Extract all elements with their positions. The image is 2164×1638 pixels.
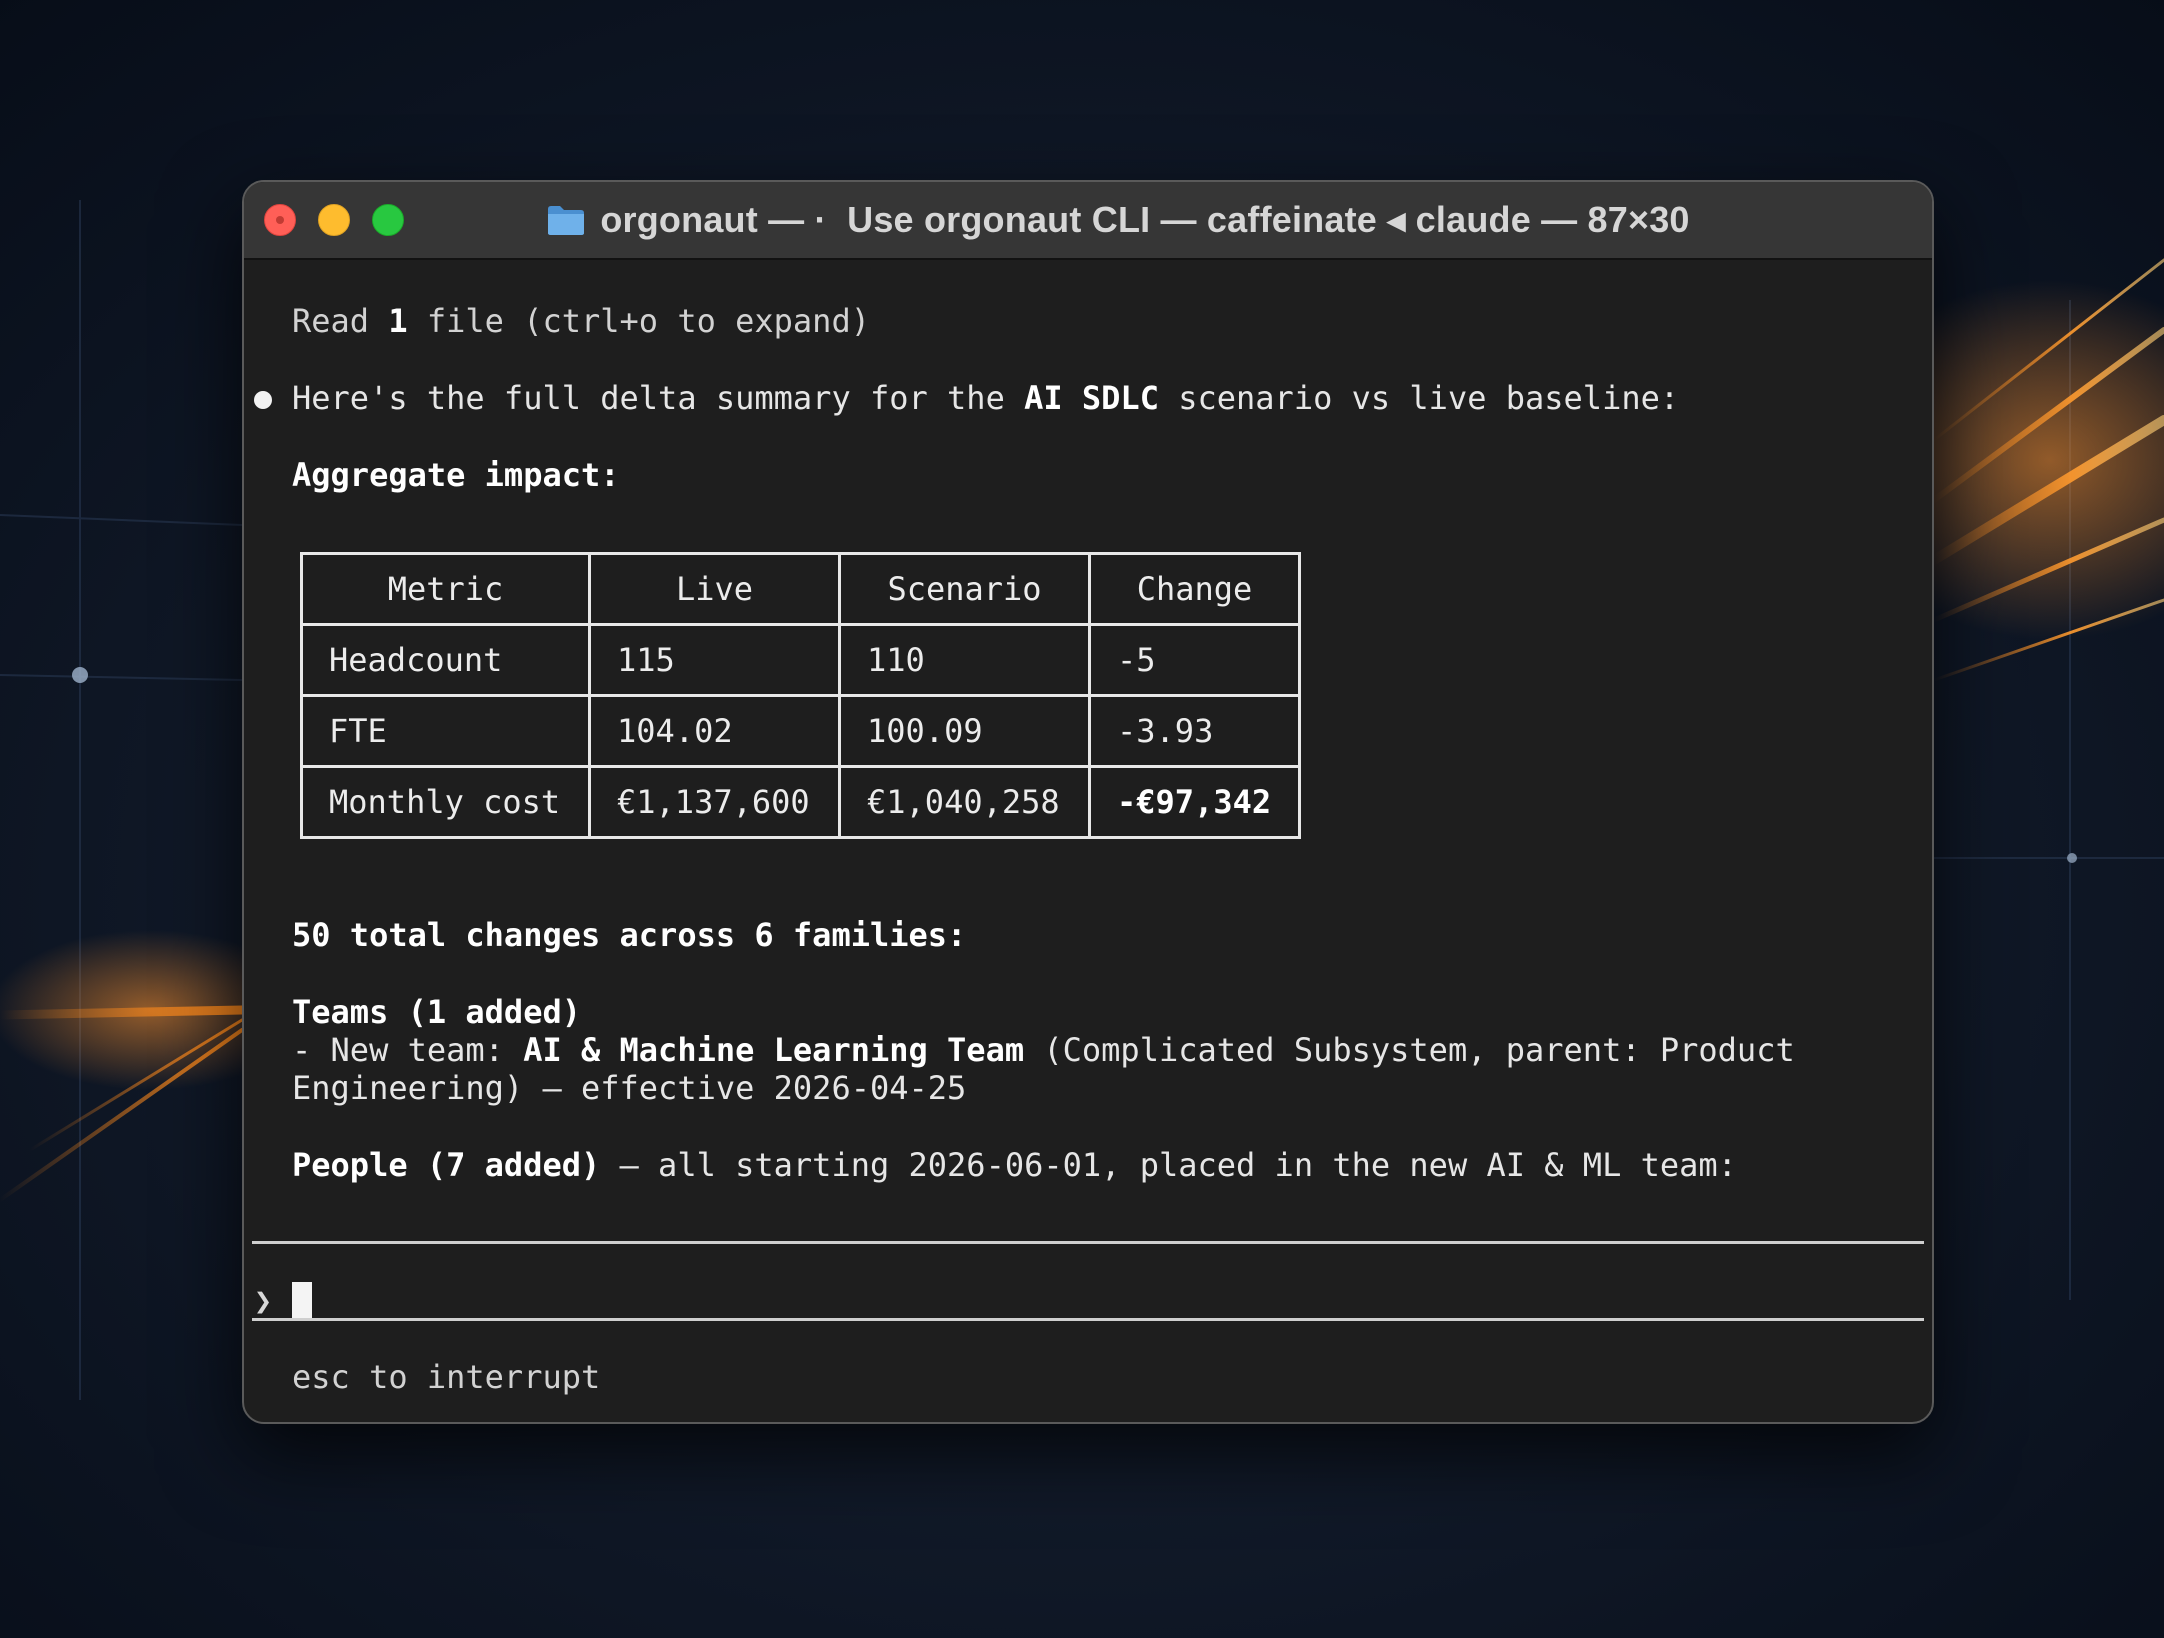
text-cursor[interactable] bbox=[292, 1282, 312, 1320]
table-cell: Headcount bbox=[300, 623, 591, 697]
table-header-cell: Metric bbox=[300, 552, 591, 626]
teams-line-suffix: (Complicated Subsystem, parent: Product bbox=[1024, 1031, 1795, 1069]
input-bottom-divider bbox=[252, 1318, 1924, 1321]
terminal-output[interactable]: Read 1 file (ctrl+o to expand) Here's th… bbox=[244, 260, 1932, 1422]
terminal-window[interactable]: orgonaut — · Use orgonaut CLI — caffeina… bbox=[242, 180, 1934, 1424]
table-cell: €1,137,600 bbox=[588, 765, 841, 839]
table-header-cell: Scenario bbox=[838, 552, 1091, 626]
people-line: People (7 added) — all starting 2026-06-… bbox=[292, 1146, 1737, 1184]
read-line-suffix: file (ctrl+o to expand) bbox=[407, 302, 870, 340]
message-bullet-icon bbox=[254, 391, 272, 409]
people-detail: — all starting 2026-06-01, placed in the… bbox=[600, 1146, 1737, 1184]
title-bar[interactable]: orgonaut — · Use orgonaut CLI — caffeina… bbox=[244, 182, 1932, 260]
table-cell: 115 bbox=[588, 623, 841, 697]
table-header-cell: Live bbox=[588, 552, 841, 626]
read-line-prefix: Read bbox=[292, 302, 389, 340]
teams-line-prefix: - New team: bbox=[292, 1031, 524, 1069]
table-cell: FTE bbox=[300, 694, 591, 768]
table-cell: -3.93 bbox=[1088, 694, 1301, 768]
window-title-separator: — · bbox=[757, 199, 848, 240]
table-header-row: Metric Live Scenario Change bbox=[300, 552, 1301, 626]
summary-prefix: Here's the full delta summary for the bbox=[292, 379, 1025, 417]
aggregate-heading: Aggregate impact: bbox=[292, 456, 620, 494]
people-heading: People (7 added) bbox=[292, 1146, 601, 1184]
table-row: FTE 104.02 100.09 -3.93 bbox=[300, 694, 1301, 768]
window-title: orgonaut — · Use orgonaut CLI — caffeina… bbox=[244, 182, 1932, 258]
table-cell: Monthly cost bbox=[300, 765, 591, 839]
table-cell: -5 bbox=[1088, 623, 1301, 697]
table-cell: 104.02 bbox=[588, 694, 841, 768]
table-row: Headcount 115 110 -5 bbox=[300, 623, 1301, 697]
input-top-divider bbox=[252, 1241, 1924, 1244]
table-cell: 100.09 bbox=[838, 694, 1091, 768]
footer-hint: esc to interrupt bbox=[292, 1358, 601, 1396]
total-changes-heading: 50 total changes across 6 families: bbox=[292, 916, 967, 954]
new-team-name: AI & Machine Learning Team bbox=[523, 1031, 1025, 1069]
window-title-app: orgonaut bbox=[600, 199, 758, 240]
teams-heading: Teams (1 added) bbox=[292, 993, 581, 1031]
summary-suffix: scenario vs live baseline: bbox=[1158, 379, 1680, 417]
summary-line: Here's the full delta summary for the AI… bbox=[292, 379, 1679, 417]
read-file-line: Read 1 file (ctrl+o to expand) bbox=[292, 302, 870, 340]
table-header-cell: Change bbox=[1088, 552, 1301, 626]
teams-detail-line-1: - New team: AI & Machine Learning Team (… bbox=[292, 1031, 1795, 1069]
table-cell: 110 bbox=[838, 623, 1091, 697]
read-line-count: 1 bbox=[388, 302, 408, 340]
prompt-chevron-icon: ❯ bbox=[254, 1284, 273, 1319]
summary-scenario-name: AI SDLC bbox=[1024, 379, 1159, 417]
table-cell: €1,040,258 bbox=[838, 765, 1091, 839]
table-row: Monthly cost €1,137,600 €1,040,258 -€97,… bbox=[300, 765, 1301, 839]
teams-detail-line-2: Engineering) — effective 2026-04-25 bbox=[292, 1069, 967, 1107]
aggregate-impact-table: Metric Live Scenario Change Headcount 11… bbox=[300, 552, 1301, 839]
folder-icon bbox=[546, 203, 586, 237]
table-cell: -€97,342 bbox=[1088, 765, 1301, 839]
window-title-rest: Use orgonaut CLI — caffeinate ◂ claude —… bbox=[847, 199, 1690, 240]
